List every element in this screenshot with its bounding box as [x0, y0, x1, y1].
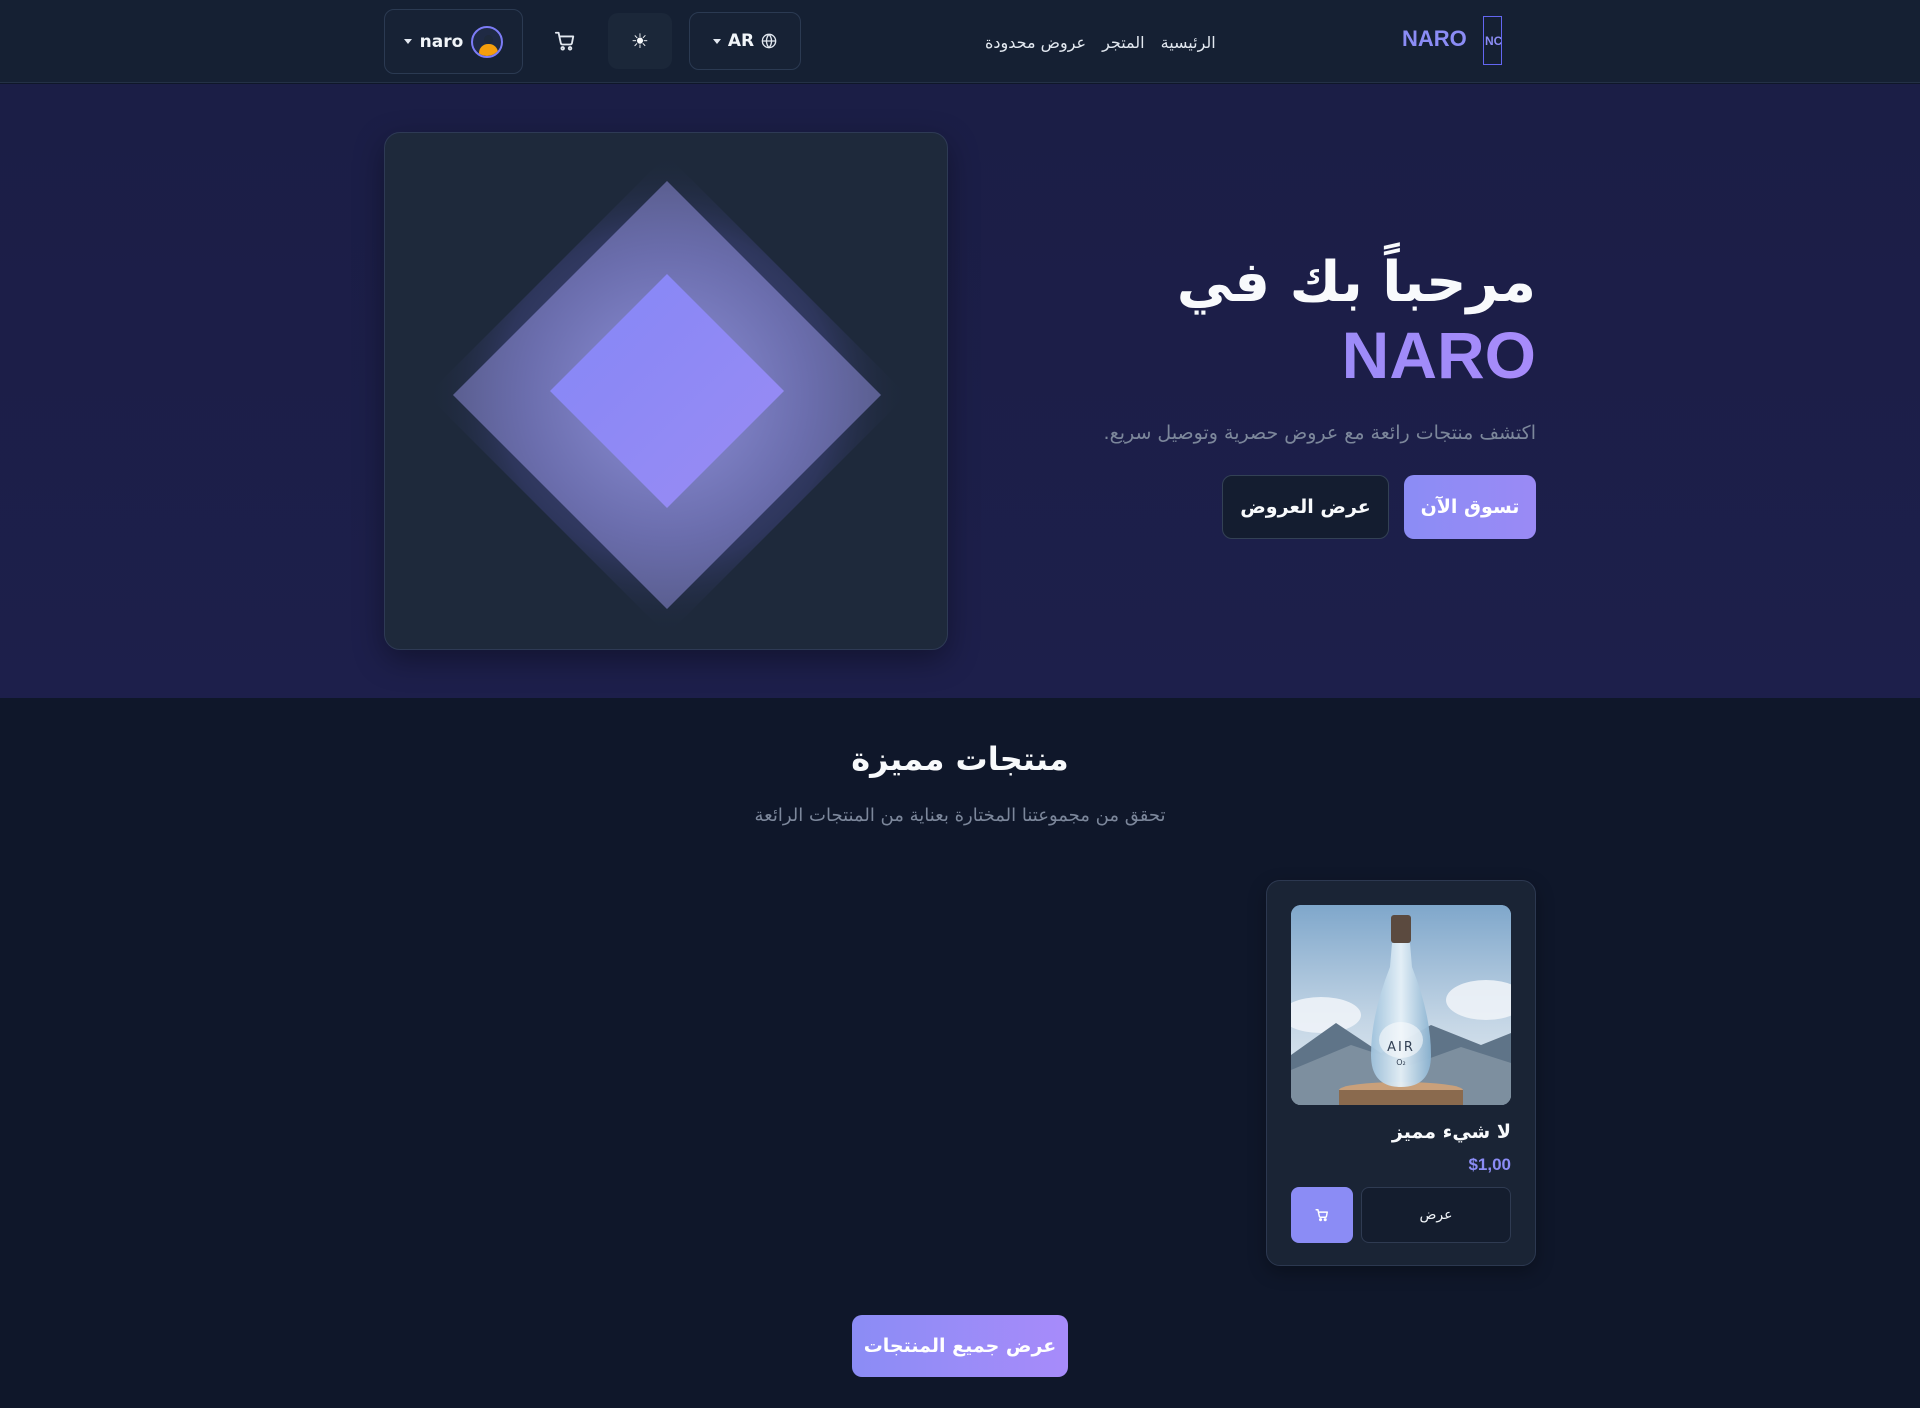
cart-icon — [554, 31, 575, 51]
hero-illustration-card — [384, 132, 948, 650]
theme-toggle-button[interactable]: ☀ — [608, 13, 672, 69]
hero-title-text: مرحباً بك في — [1176, 250, 1536, 315]
product-image-label: AIR — [1387, 1040, 1415, 1055]
view-offers-button[interactable]: عرض العروض — [1222, 475, 1389, 539]
globe-icon — [761, 33, 777, 49]
hero-section: مرحباً بك في NARO اكتشف منتجات رائعة مع … — [0, 84, 1920, 698]
site-header: naro ☀ AR الرئيسية المتجر عروض محدودة NA… — [0, 0, 1920, 83]
brand-name[interactable]: NARO — [1402, 26, 1467, 52]
shop-now-button[interactable]: تسوق الآن — [1404, 475, 1536, 539]
view-product-button[interactable]: عرض — [1361, 1187, 1511, 1243]
nav-item-limited-offers[interactable]: عروض محدودة — [985, 33, 1086, 52]
chevron-down-icon — [403, 39, 412, 44]
main-nav: الرئيسية المتجر عروض محدودة — [985, 28, 1216, 56]
add-to-cart-button[interactable] — [1291, 1187, 1353, 1243]
avatar-icon — [471, 25, 504, 58]
nav-item-shop[interactable]: المتجر — [1102, 33, 1145, 52]
nav-item-home[interactable]: الرئيسية — [1161, 33, 1216, 52]
language-label: AR — [727, 31, 755, 51]
hero-subtitle: اكتشف منتجات رائعة مع عروض حصرية وتوصيل … — [1103, 422, 1536, 444]
user-menu-button[interactable]: naro — [384, 9, 523, 74]
featured-subtitle: تحقق من مجموعتنا المختارة بعناية من المن… — [754, 805, 1166, 826]
product-card[interactable]: AIR O₂ لا شيء مميز $1,00 عرض — [1266, 880, 1536, 1266]
product-image[interactable]: AIR O₂ — [1291, 905, 1511, 1105]
hero-title-accent: NARO — [1016, 319, 1536, 391]
product-photo: AIR O₂ — [1291, 905, 1511, 1105]
cart-icon — [1315, 1209, 1328, 1222]
product-name[interactable]: لا شيء مميز — [1291, 1121, 1511, 1143]
view-all-products-button[interactable]: عرض جميع المنتجات — [852, 1315, 1068, 1377]
product-price: $1,00 — [1468, 1155, 1511, 1174]
user-name: naro — [419, 31, 464, 52]
cart-button[interactable] — [545, 21, 585, 61]
chevron-down-icon — [712, 38, 721, 44]
product-image-sublabel: O₂ — [1396, 1058, 1406, 1067]
sun-icon: ☀ — [631, 29, 649, 53]
language-selector[interactable]: AR — [689, 12, 801, 70]
hero-title: مرحباً بك في NARO — [1016, 247, 1536, 391]
featured-title: منتجات مميزة — [851, 740, 1069, 778]
brand-logo[interactable]: NC — [1483, 16, 1502, 65]
diamond-illustration — [427, 155, 907, 635]
